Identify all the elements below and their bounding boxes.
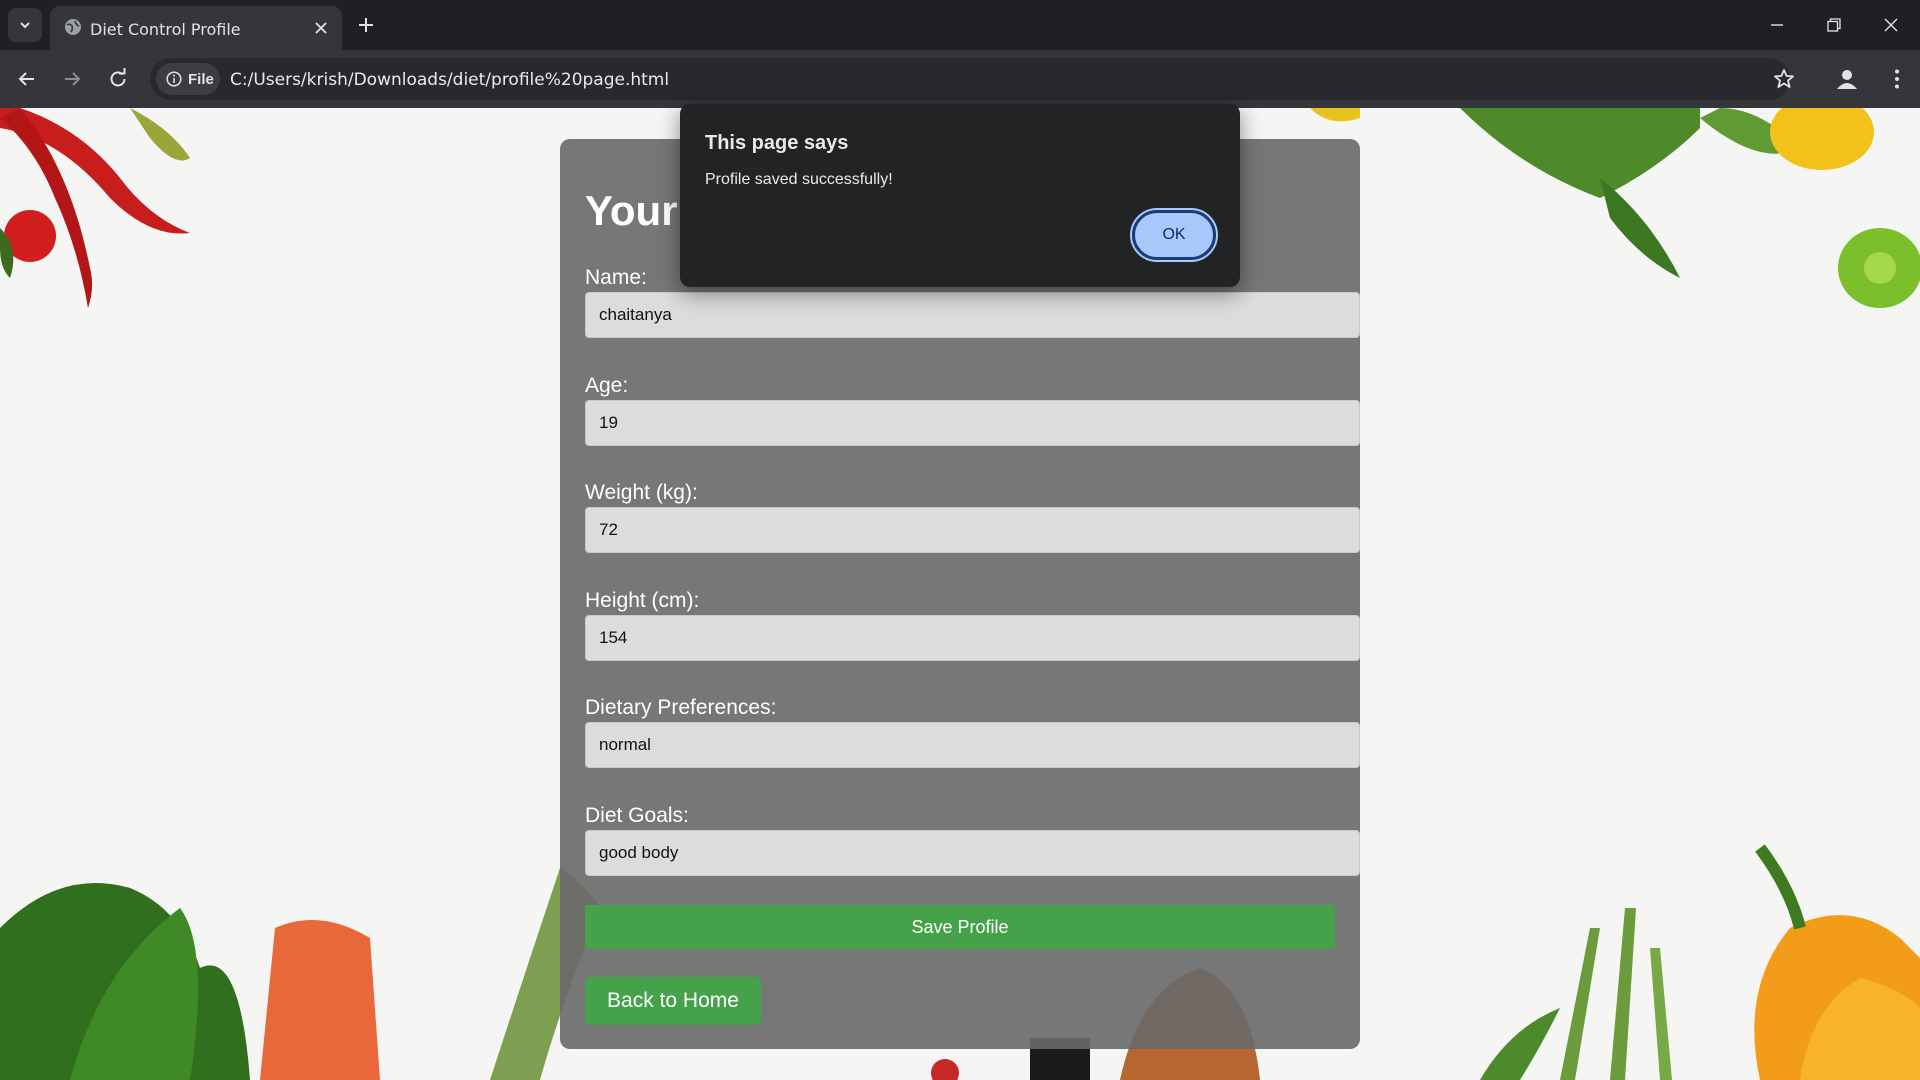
weight-input[interactable] bbox=[585, 507, 1360, 553]
tab-title: Diet Control Profile bbox=[90, 20, 241, 39]
ok-button[interactable]: OK bbox=[1130, 208, 1218, 262]
site-chip-label: File bbox=[188, 70, 214, 88]
weight-label: Weight (kg): bbox=[585, 481, 698, 504]
age-input[interactable] bbox=[585, 400, 1360, 446]
address-bar[interactable]: File C:/Users/krish/Downloads/diet/profi… bbox=[150, 58, 1790, 100]
reload-icon[interactable] bbox=[106, 67, 130, 91]
forward-icon[interactable] bbox=[60, 67, 84, 91]
name-label: Name: bbox=[585, 266, 647, 289]
close-window-icon bbox=[1884, 18, 1898, 32]
plus-icon[interactable] bbox=[354, 13, 378, 37]
diet-goals-label: Diet Goals: bbox=[585, 804, 689, 827]
dietary-preferences-label: Dietary Preferences: bbox=[585, 696, 777, 719]
minimize-button[interactable] bbox=[1762, 10, 1792, 40]
close-icon[interactable] bbox=[311, 18, 331, 38]
profile-icon[interactable] bbox=[1834, 66, 1860, 92]
height-input[interactable] bbox=[585, 615, 1360, 661]
name-input[interactable] bbox=[585, 292, 1360, 338]
url-text: C:/Users/krish/Downloads/diet/profile%20… bbox=[230, 70, 670, 90]
chevron-down-icon bbox=[20, 22, 30, 29]
restore-icon bbox=[1827, 18, 1841, 32]
more-icon[interactable] bbox=[1884, 66, 1910, 92]
back-icon[interactable] bbox=[15, 67, 39, 91]
tab-diet-control-profile[interactable]: Diet Control Profile bbox=[50, 6, 342, 50]
globe-icon bbox=[65, 19, 81, 35]
star-icon[interactable] bbox=[1772, 67, 1796, 91]
alert-dialog: This page says Profile saved successfull… bbox=[680, 104, 1240, 287]
height-label: Height (cm): bbox=[585, 589, 700, 612]
tab-strip: Diet Control Profile bbox=[0, 0, 1920, 50]
dialog-title: This page says bbox=[705, 132, 849, 154]
age-label: Age: bbox=[585, 374, 629, 397]
toolbar: File C:/Users/krish/Downloads/diet/profi… bbox=[0, 50, 1920, 108]
info-icon bbox=[166, 71, 182, 87]
diet-goals-input[interactable] bbox=[585, 830, 1360, 876]
restore-button[interactable] bbox=[1819, 10, 1849, 40]
back-to-home-button[interactable]: Back to Home bbox=[585, 977, 761, 1025]
page-title: Your bbox=[585, 187, 678, 234]
minimize-icon bbox=[1771, 24, 1783, 26]
tab-search-button[interactable] bbox=[8, 8, 42, 42]
site-info-chip[interactable]: File bbox=[156, 63, 220, 95]
dietary-preferences-input[interactable] bbox=[585, 722, 1360, 768]
close-window-button[interactable] bbox=[1876, 10, 1906, 40]
save-profile-button[interactable]: Save Profile bbox=[585, 905, 1335, 949]
dialog-message: Profile saved successfully! bbox=[705, 171, 893, 188]
